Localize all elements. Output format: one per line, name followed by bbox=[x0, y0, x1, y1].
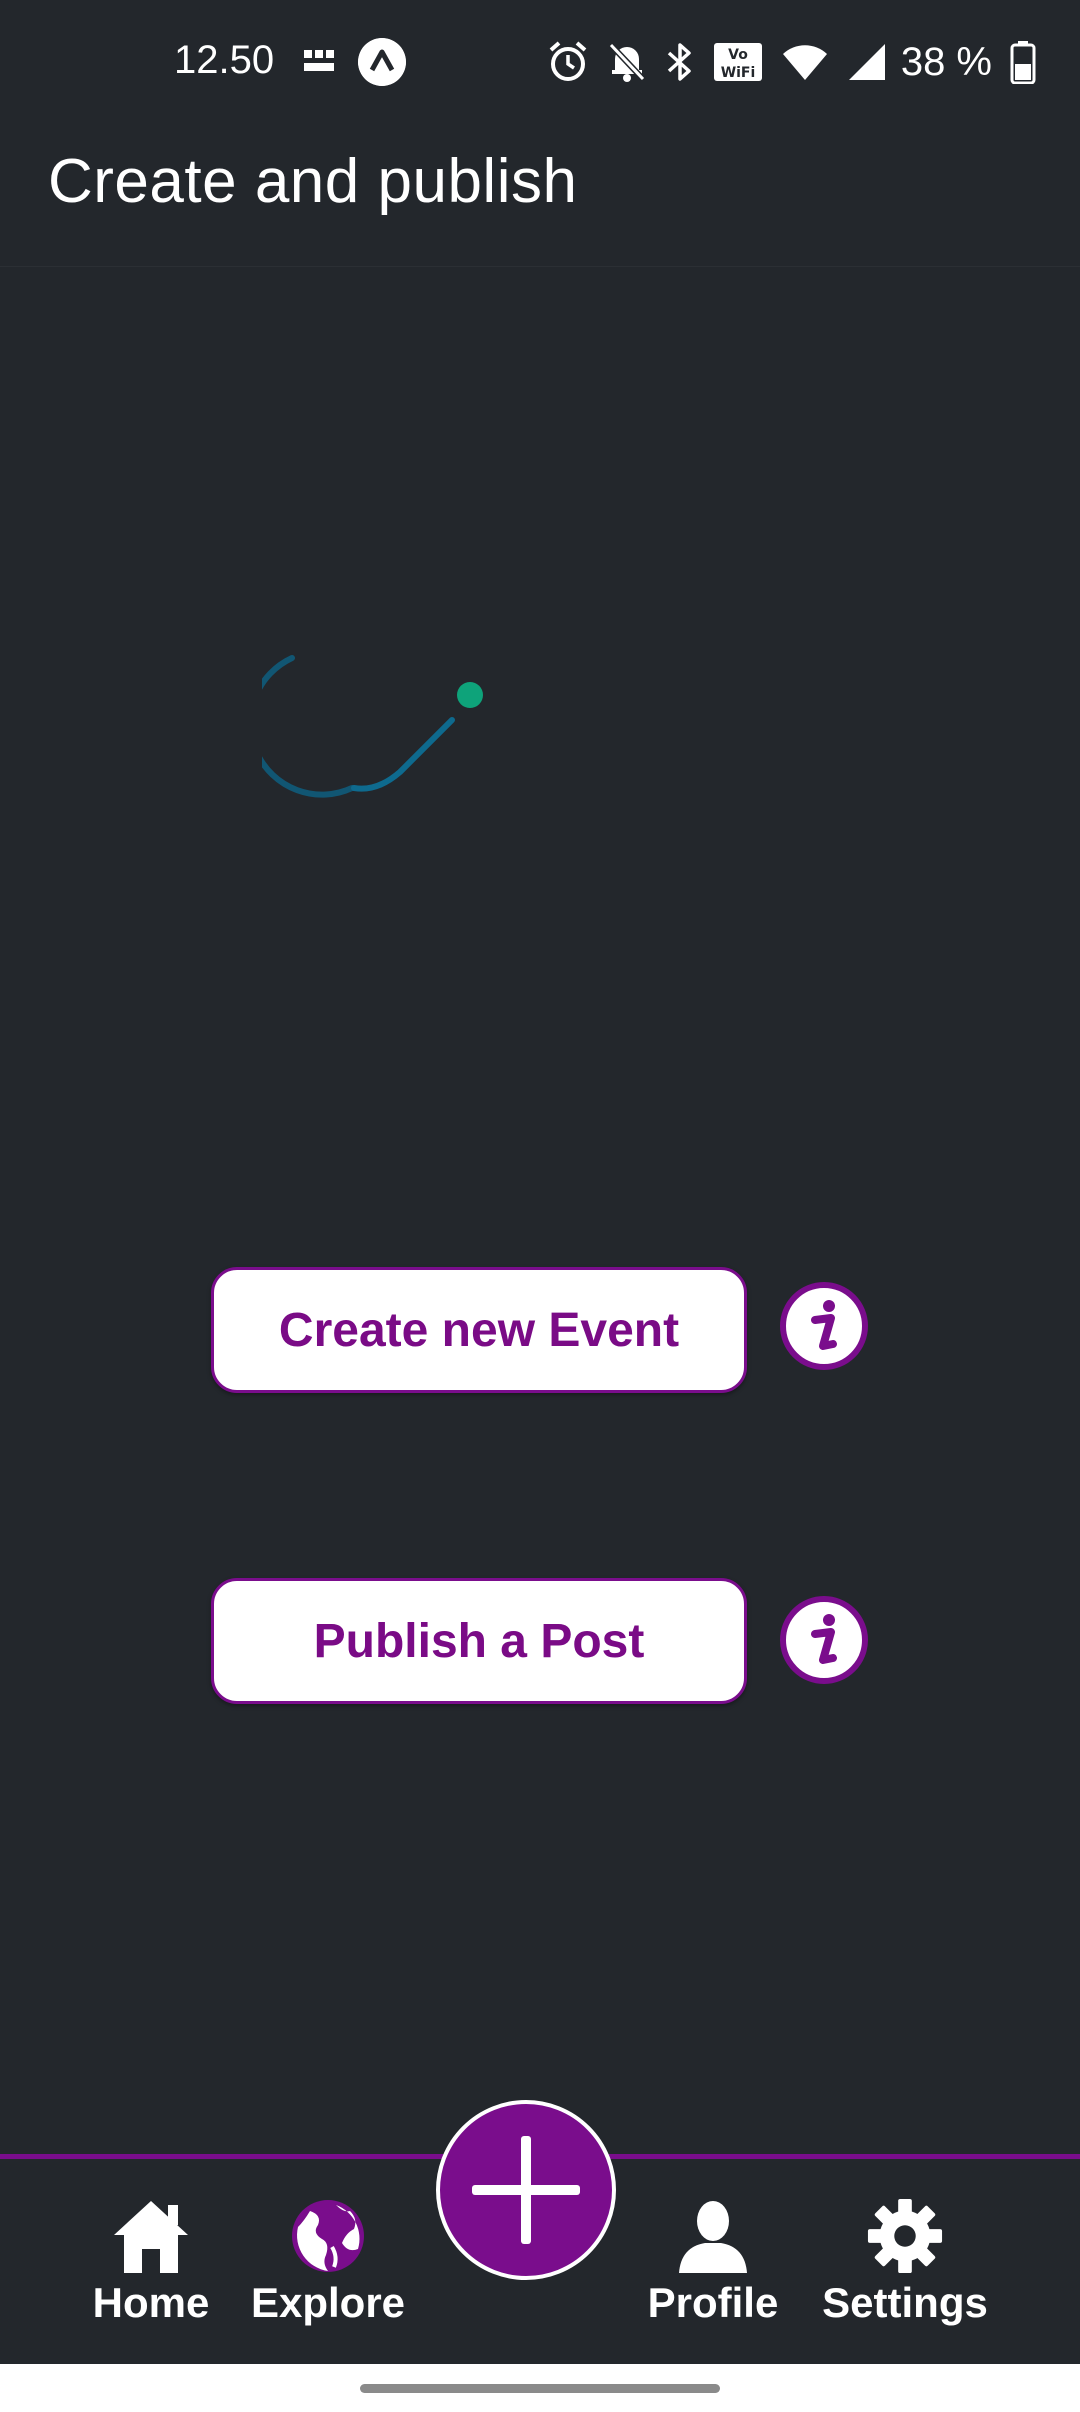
create-event-label: Create new Event bbox=[278, 1303, 680, 1357]
screen: 12.50 Vo WiFi 38 % Create and publish Cr… bbox=[0, 0, 1080, 2412]
publish-post-info-button[interactable] bbox=[780, 1596, 868, 1684]
home-icon bbox=[114, 2201, 188, 2273]
nav-label-home: Home bbox=[92, 2279, 210, 2326]
bbc-news-icon bbox=[304, 50, 334, 71]
status-icons: Vo WiFi 38 % bbox=[529, 34, 1036, 90]
create-event-info-button[interactable] bbox=[780, 1282, 868, 1370]
create-fab-button[interactable] bbox=[436, 2100, 616, 2280]
info-icon bbox=[811, 1300, 837, 1350]
wifi-icon bbox=[781, 42, 829, 82]
loading-spinner bbox=[262, 655, 483, 798]
svg-text:Vo: Vo bbox=[728, 47, 748, 63]
battery-percent: 38 % bbox=[900, 39, 992, 84]
globe-icon bbox=[292, 2200, 364, 2272]
nav-label-explore: Explore bbox=[250, 2279, 406, 2326]
gesture-handle[interactable] bbox=[360, 2384, 720, 2393]
info-icon bbox=[811, 1614, 837, 1664]
gear-icon bbox=[867, 2198, 943, 2274]
nav-item-home[interactable]: Home bbox=[61, 2197, 241, 2327]
alarm-icon bbox=[547, 40, 589, 84]
vowifi-icon: Vo WiFi bbox=[713, 41, 763, 83]
muted-bell-icon bbox=[607, 41, 647, 83]
publish-post-label: Publish a Post bbox=[313, 1614, 645, 1668]
nav-label-settings: Settings bbox=[822, 2279, 988, 2326]
plus-icon bbox=[472, 2136, 580, 2244]
status-time: 12.50 bbox=[174, 38, 275, 82]
app-bar: Create and publish bbox=[0, 126, 1080, 267]
publish-post-button[interactable]: Publish a Post bbox=[211, 1578, 747, 1704]
app-notification-icon bbox=[358, 38, 406, 86]
nav-item-settings[interactable]: Settings bbox=[815, 2197, 995, 2327]
nav-item-profile[interactable]: Profile bbox=[623, 2197, 803, 2327]
cellular-signal-icon bbox=[847, 42, 887, 82]
svg-text:WiFi: WiFi bbox=[721, 65, 756, 81]
nav-label-profile: Profile bbox=[647, 2279, 779, 2326]
battery-icon bbox=[1010, 40, 1036, 84]
person-icon bbox=[679, 2201, 747, 2273]
bluetooth-icon bbox=[665, 41, 695, 83]
status-bar: 12.50 Vo WiFi 38 % bbox=[0, 0, 1080, 126]
page-title: Create and publish bbox=[48, 147, 578, 216]
create-event-button[interactable]: Create new Event bbox=[211, 1267, 747, 1393]
gesture-nav-area bbox=[0, 2364, 1080, 2412]
nav-item-explore[interactable]: Explore bbox=[238, 2197, 418, 2327]
